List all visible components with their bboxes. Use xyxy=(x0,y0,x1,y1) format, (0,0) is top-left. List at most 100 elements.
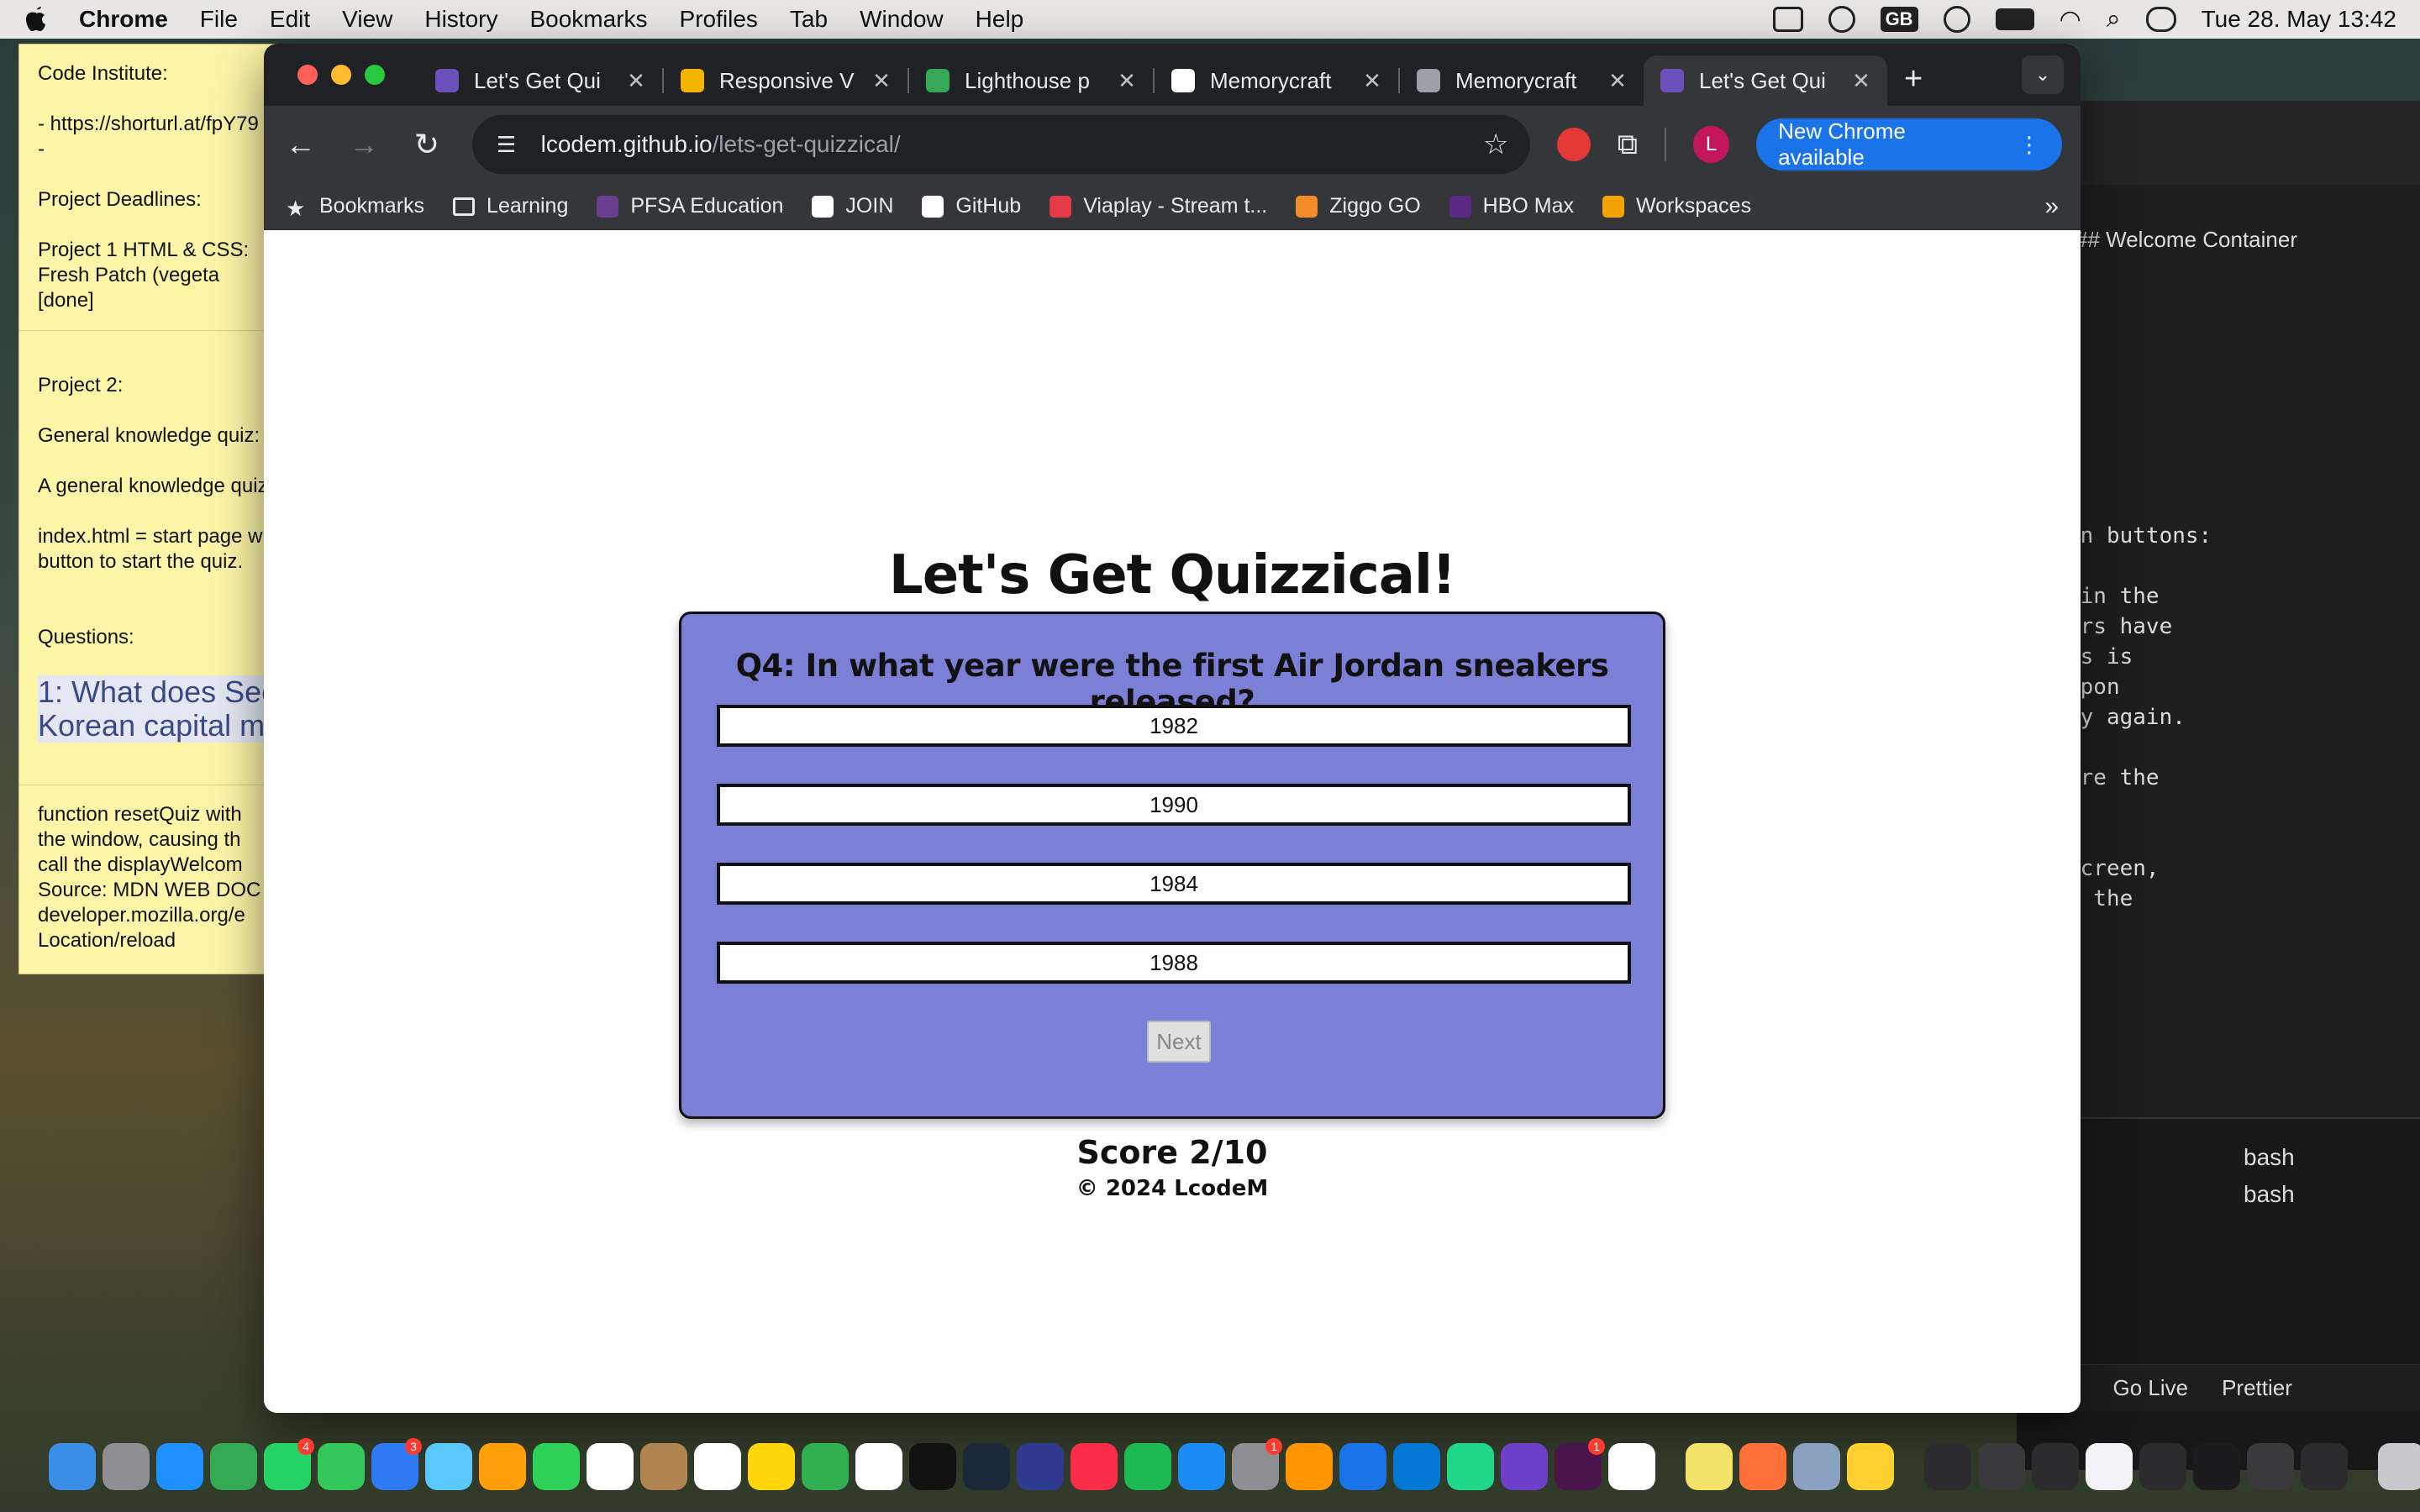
dock-calendar-icon[interactable] xyxy=(587,1443,634,1490)
dock-launchpad-icon[interactable] xyxy=(103,1443,150,1490)
dock-window-6-icon[interactable] xyxy=(2193,1443,2240,1490)
dock-github-desktop-icon[interactable] xyxy=(1501,1443,1548,1490)
next-button[interactable]: Next xyxy=(1147,1021,1211,1063)
dock-window-1-icon[interactable] xyxy=(1924,1443,1971,1490)
reload-button[interactable]: ↻ xyxy=(408,126,445,163)
dock-chrome-icon[interactable] xyxy=(210,1443,257,1490)
menu-edit[interactable]: Edit xyxy=(270,6,310,33)
menubar-clock[interactable]: Tue 28. May 13:42 xyxy=(2202,6,2396,33)
dock-firefox-icon[interactable] xyxy=(1739,1443,1786,1490)
dock-whatsapp-icon[interactable]: 4 xyxy=(264,1438,314,1490)
dock-mail-icon[interactable]: 3 xyxy=(371,1438,422,1490)
new-tab-button[interactable]: + xyxy=(1904,61,1923,97)
bookmark-item[interactable]: PFSA Education xyxy=(597,194,783,218)
dock-contacts-icon[interactable] xyxy=(640,1443,687,1490)
terminal-tab-bash-1[interactable]: bash xyxy=(2244,1144,2295,1171)
menu-window[interactable]: Window xyxy=(860,6,944,33)
tab-close-icon[interactable]: ✕ xyxy=(627,68,645,94)
menu-file[interactable]: File xyxy=(200,6,238,33)
dock-reminders-icon[interactable] xyxy=(694,1443,741,1490)
extensions-puzzle-icon[interactable]: ⧉ xyxy=(1618,129,1638,161)
bookmark-item[interactable]: HBO Max xyxy=(1449,194,1574,218)
terminal-tab-bash-2[interactable]: bash xyxy=(2244,1181,2295,1208)
dock-emoji-icon[interactable] xyxy=(1608,1443,1655,1490)
dock-maps-icon[interactable] xyxy=(425,1443,472,1490)
browser-tab[interactable]: Responsive V ✕ xyxy=(664,55,908,106)
bookmark-item[interactable]: Workspaces xyxy=(1602,194,1751,218)
tab-close-icon[interactable]: ✕ xyxy=(1118,68,1136,94)
apple-icon[interactable] xyxy=(24,5,49,34)
extension-adblock-icon[interactable] xyxy=(1557,128,1591,161)
dock-facetime-icon[interactable] xyxy=(533,1443,580,1490)
dock-window-4-icon[interactable] xyxy=(2086,1443,2133,1490)
user-icon[interactable] xyxy=(1943,6,1970,33)
menu-app-name[interactable]: Chrome xyxy=(79,6,168,33)
bookmark-item[interactable]: JOIN xyxy=(812,194,893,218)
answer-button-4[interactable]: 1988 xyxy=(717,942,1631,984)
dock-window-3-icon[interactable] xyxy=(2032,1443,2079,1490)
tab-close-icon[interactable]: ✕ xyxy=(1608,68,1627,94)
dock-trash-icon[interactable] xyxy=(2378,1443,2420,1490)
dock-messages-icon[interactable] xyxy=(318,1443,365,1490)
browser-tab[interactable]: Let's Get Qui ✕ xyxy=(418,55,662,106)
status-prettier[interactable]: Prettier xyxy=(2222,1375,2292,1401)
dock-freeform-icon[interactable] xyxy=(855,1443,902,1490)
answer-button-3[interactable]: 1984 xyxy=(717,863,1631,905)
tab-search-button[interactable]: ⌄ xyxy=(2022,55,2064,94)
answer-button-2[interactable]: 1990 xyxy=(717,784,1631,826)
browser-tab[interactable]: Let's Get Qui ✕ xyxy=(1644,55,1887,106)
browser-tab[interactable]: Memorycraft ✕ xyxy=(1155,55,1398,106)
screen-mirroring-icon[interactable] xyxy=(1772,7,1803,32)
dock-pages-icon[interactable] xyxy=(1286,1443,1333,1490)
menu-tab[interactable]: Tab xyxy=(790,6,828,33)
dock-music-icon[interactable] xyxy=(1071,1443,1118,1490)
dock-system-settings-icon[interactable]: 1 xyxy=(1232,1438,1282,1490)
tab-close-icon[interactable]: ✕ xyxy=(1852,68,1870,94)
dock-steam-icon[interactable] xyxy=(963,1443,1010,1490)
bookmark-star-icon[interactable]: ☆ xyxy=(1483,128,1508,161)
bookmark-item[interactable]: Viaplay - Stream t... xyxy=(1050,194,1267,218)
dock-slack-icon[interactable]: 1 xyxy=(1555,1438,1605,1490)
dock-numbers-icon[interactable] xyxy=(802,1443,849,1490)
dock-app-store-icon[interactable] xyxy=(1178,1443,1225,1490)
browser-tab[interactable]: Memorycraft ✕ xyxy=(1400,55,1644,106)
menu-profiles[interactable]: Profiles xyxy=(680,6,758,33)
bookmark-item[interactable]: GitHub xyxy=(922,194,1021,218)
dock-stickies-icon[interactable] xyxy=(1686,1443,1733,1490)
play-icon[interactable] xyxy=(1828,6,1855,33)
kebab-menu-icon[interactable]: ⋮ xyxy=(2018,132,2040,158)
input-source-indicator[interactable]: GB xyxy=(1880,7,1918,32)
dock-window-5-icon[interactable] xyxy=(2139,1443,2186,1490)
minimize-window-button[interactable] xyxy=(331,65,351,85)
dock-safari-icon[interactable] xyxy=(156,1443,203,1490)
dock-window-8-icon[interactable] xyxy=(2301,1443,2348,1490)
tab-close-icon[interactable]: ✕ xyxy=(1363,68,1381,94)
browser-tab[interactable]: Lighthouse p ✕ xyxy=(909,55,1153,106)
bookmark-item[interactable]: ★ Bookmarks xyxy=(286,194,424,221)
status-go-live[interactable]: Go Live xyxy=(2112,1375,2188,1401)
close-window-button[interactable] xyxy=(297,65,318,85)
menu-bookmarks[interactable]: Bookmarks xyxy=(529,6,647,33)
dock-window-7-icon[interactable] xyxy=(2247,1443,2294,1490)
chrome-update-button[interactable]: New Chrome available ⋮ xyxy=(1756,118,2062,171)
control-center-icon[interactable] xyxy=(2145,7,2176,32)
menu-view[interactable]: View xyxy=(342,6,392,33)
zoom-window-button[interactable] xyxy=(365,65,385,85)
bookmarks-overflow-icon[interactable]: » xyxy=(2044,192,2059,221)
tab-close-icon[interactable]: ✕ xyxy=(872,68,891,94)
dock-notes-icon[interactable] xyxy=(748,1443,795,1490)
dock-pycharm-icon[interactable] xyxy=(1447,1443,1494,1490)
dock-arc-icon[interactable] xyxy=(1339,1443,1386,1490)
dock-tv-icon[interactable] xyxy=(909,1443,956,1490)
menu-help[interactable]: Help xyxy=(976,6,1024,33)
address-bar[interactable]: ☰ lcodem.github.io/lets-get-quizzical/ ☆ xyxy=(471,115,1531,174)
dock-24-icon[interactable] xyxy=(1017,1443,1064,1490)
back-button[interactable]: ← xyxy=(282,126,318,163)
site-info-icon[interactable]: ☰ xyxy=(494,132,519,157)
bookmark-item[interactable]: Ziggo GO xyxy=(1296,194,1421,218)
bookmark-item[interactable]: Learning xyxy=(453,194,568,218)
answer-button-1[interactable]: 1982 xyxy=(717,705,1631,747)
dock-spotify-icon[interactable] xyxy=(1124,1443,1171,1490)
battery-icon[interactable] xyxy=(1995,8,2034,30)
dock-finder-icon[interactable] xyxy=(49,1443,96,1490)
